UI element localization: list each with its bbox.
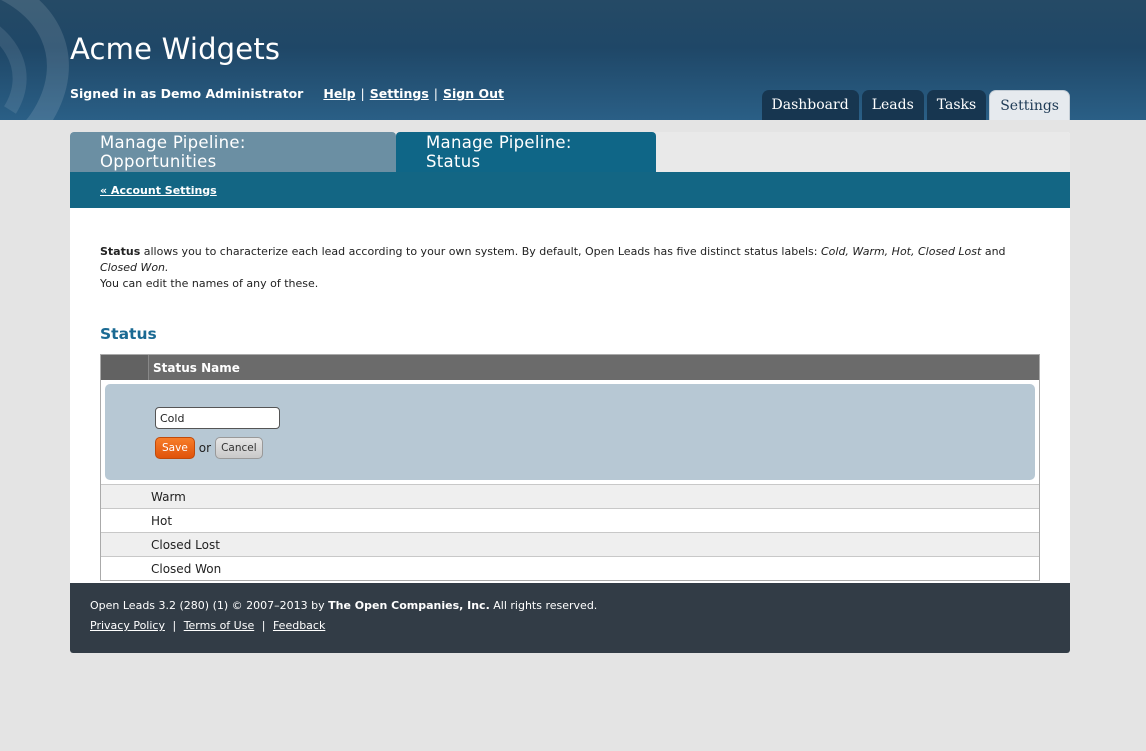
table-row[interactable]: Closed Won	[101, 556, 1039, 580]
description-and: and	[981, 245, 1006, 258]
signed-in-text: Signed in as Demo Administrator	[70, 86, 304, 101]
status-table: Status Name Save or Cancel Warm Hot Clos…	[100, 354, 1040, 581]
version-text: Open Leads 3.2 (280) (1) © 2007–2013 by	[90, 599, 329, 612]
description-last-label: Closed Won.	[100, 261, 169, 274]
app-title: Acme Widgets	[70, 32, 281, 66]
separator: |	[360, 86, 365, 101]
feedback-link[interactable]: Feedback	[273, 619, 325, 632]
column-header-status-name: Status Name	[153, 360, 240, 375]
save-button[interactable]: Save	[155, 437, 195, 459]
table-header: Status Name	[101, 355, 1039, 380]
or-text: or	[198, 441, 212, 455]
separator: |	[433, 86, 438, 101]
breadcrumb: « Account Settings	[70, 172, 1070, 208]
company-name: The Open Companies, Inc.	[328, 599, 490, 612]
status-description: Status allows you to characterize each l…	[100, 244, 1040, 292]
main-nav-tabs: Dashboard Leads Tasks Settings	[761, 90, 1070, 120]
tab-leads[interactable]: Leads	[861, 90, 924, 120]
footer: Open Leads 3.2 (280) (1) © 2007–2013 by …	[70, 583, 1070, 653]
edit-actions: Save or Cancel	[155, 437, 263, 459]
description-text-2: You can edit the names of any of these.	[100, 277, 319, 290]
separator: |	[261, 619, 266, 632]
handle-column-header	[101, 355, 149, 380]
table-row[interactable]: Hot	[101, 508, 1039, 532]
subtab-opportunities[interactable]: Manage Pipeline: Opportunities	[70, 132, 396, 172]
cancel-button[interactable]: Cancel	[215, 437, 263, 459]
edit-form: Save or Cancel	[105, 384, 1035, 480]
terms-of-use-link[interactable]: Terms of Use	[184, 619, 255, 632]
status-name-input[interactable]	[155, 407, 280, 429]
description-text: allows you to characterize each lead acc…	[140, 245, 821, 258]
section-title: Status	[100, 325, 157, 343]
settings-panel: Manage Pipeline: Opportunities Manage Pi…	[70, 132, 1070, 653]
account-settings-link[interactable]: « Account Settings	[100, 184, 217, 197]
sign-out-link[interactable]: Sign Out	[443, 86, 504, 101]
edit-row: Save or Cancel	[101, 380, 1039, 484]
main-content: Status allows you to characterize each l…	[70, 208, 1070, 581]
subtab-bar: Manage Pipeline: Opportunities Manage Pi…	[70, 132, 1070, 172]
subtab-status[interactable]: Manage Pipeline: Status	[396, 132, 656, 172]
description-labels: Cold, Warm, Hot, Closed Lost	[820, 245, 982, 258]
tab-tasks[interactable]: Tasks	[926, 90, 987, 120]
table-row[interactable]: Warm	[101, 484, 1039, 508]
tab-dashboard[interactable]: Dashboard	[761, 90, 859, 120]
help-link[interactable]: Help	[323, 86, 355, 101]
separator: |	[172, 619, 177, 632]
rights-text: All rights reserved.	[489, 599, 598, 612]
footer-links: Privacy Policy | Terms of Use | Feedback	[90, 619, 1050, 632]
table-row[interactable]: Closed Lost	[101, 532, 1039, 556]
description-bold: Status	[100, 245, 141, 258]
user-bar: Signed in as Demo Administrator Help | S…	[70, 86, 504, 101]
settings-link[interactable]: Settings	[370, 86, 429, 101]
copyright-line: Open Leads 3.2 (280) (1) © 2007–2013 by …	[90, 599, 1050, 612]
app-header: Acme Widgets Signed in as Demo Administr…	[0, 0, 1146, 120]
privacy-policy-link[interactable]: Privacy Policy	[90, 619, 165, 632]
tab-settings[interactable]: Settings	[989, 90, 1070, 120]
